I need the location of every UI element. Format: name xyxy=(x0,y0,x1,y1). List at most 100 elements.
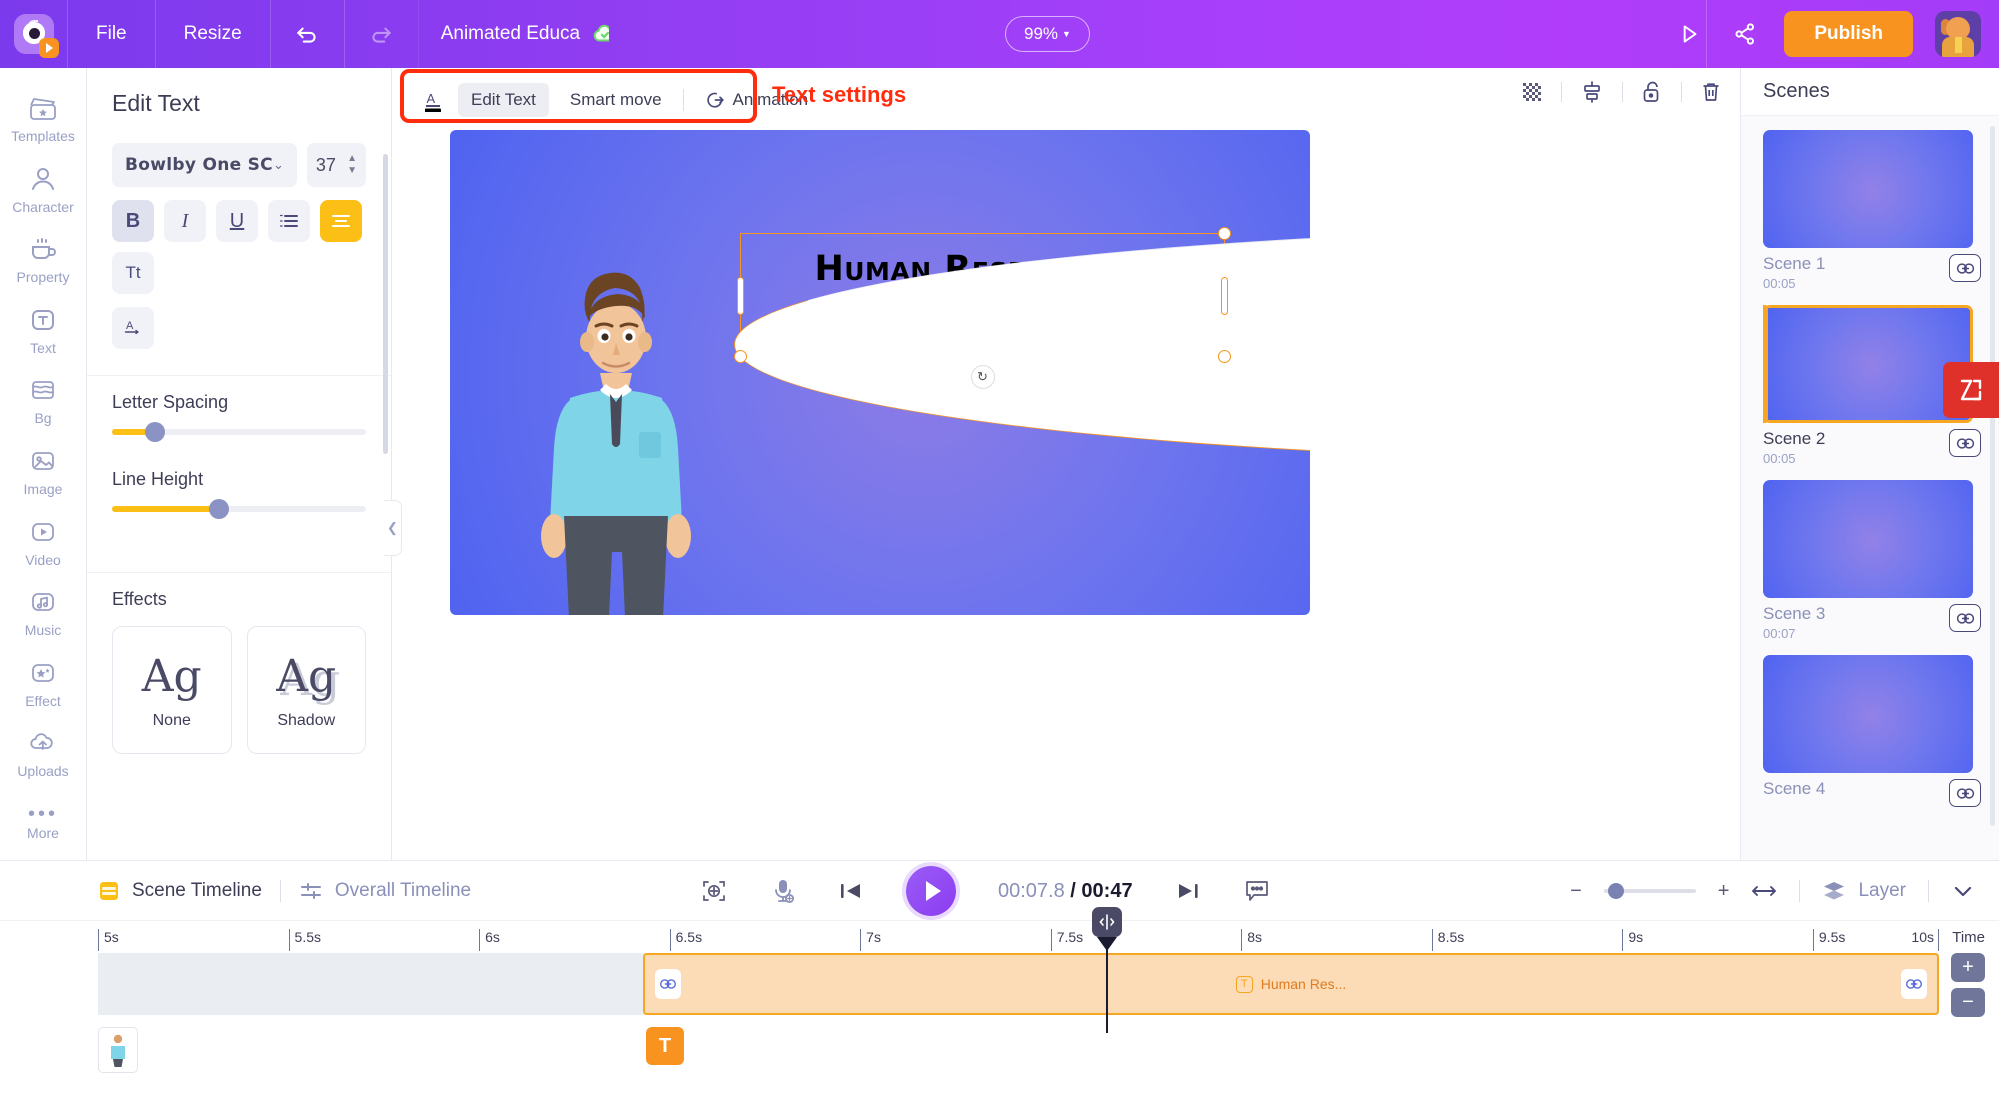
time-plus-button[interactable]: + xyxy=(1951,953,1985,982)
play-button[interactable] xyxy=(906,866,956,916)
sidebar-item-effect[interactable]: Effect xyxy=(0,648,87,719)
logo-icon xyxy=(13,14,59,58)
fit-to-screen-icon[interactable] xyxy=(700,877,728,905)
scene-list[interactable]: Scene 1 00:05 Scene 2 00:05 Scene 3 00:0… xyxy=(1741,116,1999,860)
font-family-select[interactable]: Bowlby One SC ⌄ xyxy=(112,143,297,187)
scene-transition-icon-2[interactable] xyxy=(1949,429,1981,457)
bold-button[interactable]: B xyxy=(112,200,154,242)
align-objects-icon[interactable] xyxy=(1580,80,1604,104)
collapse-panel-button[interactable]: ❮ xyxy=(384,500,402,556)
align-button[interactable] xyxy=(320,200,362,242)
scenes-scrollbar[interactable] xyxy=(1990,126,1995,826)
time-minus-button[interactable]: − xyxy=(1951,988,1985,1017)
caption-icon[interactable] xyxy=(1243,878,1271,904)
unlock-icon[interactable] xyxy=(1641,80,1663,104)
text-color-button[interactable]: A xyxy=(112,307,154,349)
clip-start-transition[interactable] xyxy=(655,969,681,999)
scene-thumbnail-4[interactable] xyxy=(1763,655,1973,773)
underline-button[interactable]: U xyxy=(216,200,258,242)
record-voice-icon[interactable] xyxy=(770,877,796,905)
scene-thumbnail-3[interactable] xyxy=(1763,480,1973,598)
sidebar-item-templates[interactable]: Templates xyxy=(0,84,87,155)
user-avatar[interactable] xyxy=(1935,11,1981,57)
menu-resize[interactable]: Resize xyxy=(156,0,271,68)
layer-button[interactable]: Layer xyxy=(1822,880,1906,902)
menu-file[interactable]: File xyxy=(68,0,156,68)
clip-end-transition[interactable] xyxy=(1901,969,1927,999)
transparency-icon[interactable] xyxy=(1521,81,1543,103)
effect-sample-shadow: Ag xyxy=(276,650,337,702)
link-icon xyxy=(1956,262,1974,274)
scene-item-3[interactable]: Scene 3 00:07 xyxy=(1763,480,1981,655)
scene-timeline-tab[interactable]: Scene Timeline xyxy=(98,879,262,903)
zoom-out-button[interactable]: − xyxy=(1570,880,1582,903)
handle-right[interactable] xyxy=(1221,277,1228,315)
scene-transition-icon-3[interactable] xyxy=(1949,604,1981,632)
font-size-spinner[interactable]: ▲ ▼ xyxy=(347,154,357,176)
undo-icon[interactable] xyxy=(271,0,345,68)
stepper-up-icon[interactable]: ▲ xyxy=(347,154,357,164)
line-height-slider[interactable] xyxy=(112,499,366,519)
handle-bottom-right[interactable] xyxy=(1218,350,1231,363)
sidebar-item-property[interactable]: Property xyxy=(0,225,87,296)
playhead-handle[interactable] xyxy=(1092,907,1122,937)
panel-scrollbar[interactable] xyxy=(383,154,388,454)
scene-meta: Scene 1 00:05 xyxy=(1763,248,1981,305)
fit-width-icon[interactable] xyxy=(1751,882,1777,900)
zoom-level-dropdown[interactable]: 99% ▼ xyxy=(1005,16,1090,52)
sidebar-item-text[interactable]: Text xyxy=(0,296,87,367)
publish-button[interactable]: Publish xyxy=(1784,11,1913,57)
scene-item-1[interactable]: Scene 1 00:05 xyxy=(1763,130,1981,305)
list-button[interactable] xyxy=(268,200,310,242)
sidebar-item-character[interactable]: Character xyxy=(0,155,87,226)
overall-timeline-tab[interactable]: Overall Timeline xyxy=(299,879,471,903)
stepper-down-icon[interactable]: ▼ xyxy=(347,166,357,176)
previous-frame-icon[interactable] xyxy=(838,880,864,902)
character-illustration[interactable] xyxy=(530,218,700,615)
redo-icon[interactable] xyxy=(345,0,419,68)
sidebar-item-uploads[interactable]: Uploads xyxy=(0,719,87,790)
preview-play-icon[interactable] xyxy=(1672,17,1706,51)
handle-bottom-left[interactable] xyxy=(734,350,747,363)
next-frame-icon[interactable] xyxy=(1175,880,1201,902)
timeline-clip-text[interactable]: T Human Res... xyxy=(643,953,1939,1015)
sidebar-item-bg[interactable]: Bg xyxy=(0,366,87,437)
canvas-stage[interactable]: Human Respiratory System ↻ xyxy=(450,130,1310,615)
effects-row: Ag None Ag Shadow xyxy=(112,626,366,754)
project-title-wrap[interactable]: Animated Educa xyxy=(419,0,609,68)
sidebar-item-image[interactable]: Image xyxy=(0,437,87,508)
handle-top-right[interactable] xyxy=(1218,227,1231,240)
delete-icon[interactable] xyxy=(1700,80,1722,104)
timeline-zoom-slider[interactable] xyxy=(1603,883,1696,899)
effect-shadow[interactable]: Ag Shadow xyxy=(246,626,366,754)
scene-transition-icon[interactable] xyxy=(1949,254,1981,282)
line-height-knob[interactable] xyxy=(208,499,229,519)
character-lane-item[interactable] xyxy=(98,1027,138,1073)
italic-button[interactable]: I xyxy=(164,200,206,242)
text-lane-badge[interactable]: T xyxy=(646,1027,684,1065)
ruler-tick-5.5s: 5.5s xyxy=(288,929,321,951)
letter-spacing-slider[interactable] xyxy=(112,422,366,442)
sidebar-item-music[interactable]: Music xyxy=(0,578,87,649)
timeline-ruler[interactable]: 5s 5.5s 6s 6.5s 7s 7.5s 8s 8.5s 9s 9.5s … xyxy=(98,929,1939,951)
effect-none[interactable]: Ag None xyxy=(112,626,232,754)
handle-left[interactable] xyxy=(737,277,744,315)
font-size-stepper[interactable]: 37 ▲ ▼ xyxy=(306,143,366,187)
svg-text:A: A xyxy=(126,320,134,332)
sidebar-item-more[interactable]: ••• More xyxy=(0,789,87,860)
rotate-handle[interactable]: ↻ xyxy=(970,365,995,389)
letter-spacing-knob[interactable] xyxy=(145,422,166,442)
scene-item-4[interactable]: Scene 4 xyxy=(1763,655,1981,821)
share-icon[interactable] xyxy=(1728,17,1762,51)
scene-thumbnail-selected[interactable] xyxy=(1763,305,1973,423)
expand-icon[interactable] xyxy=(1943,362,1999,418)
scene-transition-icon-4[interactable] xyxy=(1949,779,1981,807)
text-selection-box[interactable]: Human Respiratory System ↻ xyxy=(734,227,1310,462)
zoom-in-button[interactable]: + xyxy=(1718,880,1730,903)
chevron-down-icon[interactable] xyxy=(1951,882,1975,900)
text-case-button[interactable]: Tt xyxy=(112,252,154,294)
scene-thumbnail[interactable] xyxy=(1763,130,1973,248)
app-logo[interactable] xyxy=(0,0,68,68)
sidebar-item-video[interactable]: Video xyxy=(0,507,87,578)
timeline-zoom-knob[interactable] xyxy=(1607,883,1624,899)
